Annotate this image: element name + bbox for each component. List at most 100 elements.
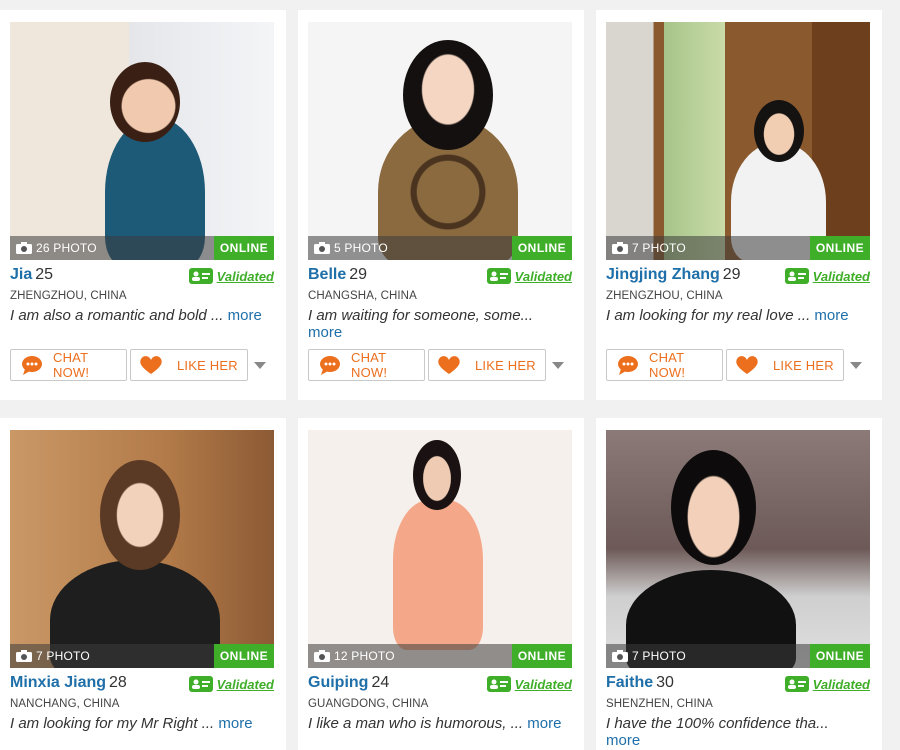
id-card-icon	[486, 676, 511, 692]
chat-now-label: CHAT NOW!	[53, 350, 90, 380]
profile-photo[interactable]: 5 PHOTO ONLINE	[308, 22, 572, 260]
heart-icon	[140, 356, 162, 374]
photo-count: 12 PHOTO	[334, 649, 395, 663]
id-card-icon	[188, 268, 213, 284]
more-link[interactable]: more	[228, 307, 262, 324]
profile-grid: 26 PHOTO ONLINE Jia 25 Validated ZHENGZHO…	[0, 0, 900, 750]
description-text: I am also a romantic and bold ...	[10, 307, 228, 324]
more-link[interactable]: more	[527, 715, 561, 732]
profile-location: CHANGSHA, CHINA	[308, 290, 417, 302]
more-link[interactable]: more	[218, 715, 252, 732]
profile-card: 7 PHOTO ONLINE Minxia Jiang 28 Validated …	[0, 418, 286, 750]
profile-photo[interactable]: 7 PHOTO ONLINE	[10, 430, 274, 668]
profile-description: I am also a romantic and bold ... more	[10, 307, 274, 324]
camera-icon	[612, 650, 628, 662]
validated-badge[interactable]: Validated	[784, 268, 870, 284]
validated-badge[interactable]: Validated	[486, 676, 572, 692]
profile-description: I am looking for my real love ... more	[606, 307, 870, 324]
chat-now-button[interactable]: CHAT NOW!	[606, 349, 723, 381]
profile-photo[interactable]: 7 PHOTO ONLINE	[606, 430, 870, 668]
chat-icon	[320, 356, 340, 375]
validated-label: Validated	[216, 676, 274, 692]
online-badge: ONLINE	[214, 644, 274, 668]
like-her-button[interactable]: LIKE HER	[130, 349, 248, 381]
profile-photo[interactable]: 12 PHOTO ONLINE	[308, 430, 572, 668]
chat-icon	[22, 356, 42, 375]
profile-name[interactable]: Jingjing Zhang	[606, 266, 720, 283]
chat-now-label: CHAT NOW!	[351, 350, 388, 380]
id-card-icon	[784, 268, 809, 284]
profile-description: I am looking for my Mr Right ... more	[10, 715, 274, 732]
profile-location: NANCHANG, CHINA	[10, 698, 120, 710]
profile-photo[interactable]: 26 PHOTO ONLINE	[10, 22, 274, 260]
photo-count: 26 PHOTO	[36, 241, 97, 255]
profile-card: 5 PHOTO ONLINE Belle 29 Validated CHANGSH…	[298, 10, 584, 400]
photo-count: 5 PHOTO	[334, 241, 388, 255]
profile-age: 25	[35, 266, 54, 283]
chat-now-button[interactable]: CHAT NOW!	[308, 349, 425, 381]
profile-location: ZHENGZHOU, CHINA	[606, 290, 723, 302]
photo-head	[754, 100, 804, 162]
profile-location: ZHENGZHOU, CHINA	[10, 290, 127, 302]
photo-head	[403, 40, 493, 150]
online-badge: ONLINE	[512, 644, 572, 668]
like-her-button[interactable]: LIKE HER	[428, 349, 546, 381]
id-card-icon	[188, 676, 213, 692]
description-text: I like a man who is humorous, ...	[308, 715, 528, 732]
profile-card: 26 PHOTO ONLINE Jia 25 Validated ZHENGZHO…	[0, 10, 286, 400]
validated-label: Validated	[514, 676, 572, 692]
more-link[interactable]: more	[606, 732, 640, 749]
heart-icon	[736, 356, 758, 374]
profile-name[interactable]: Guiping	[308, 674, 368, 691]
profile-description: I am waiting for someone, some... more	[308, 307, 572, 341]
profile-name[interactable]: Jia	[10, 266, 32, 283]
validated-badge[interactable]: Validated	[486, 268, 572, 284]
like-her-label: LIKE HER	[475, 357, 536, 373]
camera-icon	[314, 650, 330, 662]
id-card-icon	[486, 268, 511, 284]
like-her-label: LIKE HER	[773, 357, 834, 373]
camera-icon	[16, 650, 32, 662]
chevron-down-icon[interactable]	[254, 361, 266, 369]
photo-count: 7 PHOTO	[632, 241, 686, 255]
like-her-button[interactable]: LIKE HER	[726, 349, 844, 381]
chat-icon	[618, 356, 638, 375]
profile-name[interactable]: Minxia Jiang	[10, 674, 106, 691]
profile-age: 29	[349, 266, 368, 283]
validated-badge[interactable]: Validated	[784, 676, 870, 692]
heart-icon	[438, 356, 460, 374]
profile-age: 29	[722, 266, 741, 283]
profile-age: 24	[371, 674, 390, 691]
profile-name[interactable]: Faithe	[606, 674, 653, 691]
description-text: I am waiting for someone, some...	[308, 307, 534, 324]
photo-head	[413, 440, 461, 510]
profile-description: I have the 100% confidence tha... more	[606, 715, 870, 749]
more-link[interactable]: more	[814, 307, 848, 324]
online-badge: ONLINE	[810, 644, 870, 668]
chevron-down-icon[interactable]	[552, 361, 564, 369]
camera-icon	[16, 242, 32, 254]
description-text: I am looking for my Mr Right ...	[10, 715, 219, 732]
profile-photo[interactable]: 7 PHOTO ONLINE	[606, 22, 870, 260]
more-link[interactable]: more	[308, 324, 342, 341]
validated-badge[interactable]: Validated	[188, 676, 274, 692]
profile-location: GUANGDONG, CHINA	[308, 698, 429, 710]
profile-name[interactable]: Belle	[308, 266, 346, 283]
id-card-icon	[784, 676, 809, 692]
validated-badge[interactable]: Validated	[188, 268, 274, 284]
online-badge: ONLINE	[810, 236, 870, 260]
online-badge: ONLINE	[214, 236, 274, 260]
photo-count: 7 PHOTO	[36, 649, 90, 663]
photo-head	[671, 450, 756, 565]
photo-head	[100, 460, 180, 570]
photo-figure	[393, 500, 483, 650]
chat-now-label: CHAT NOW!	[649, 350, 686, 380]
chat-now-button[interactable]: CHAT NOW!	[10, 349, 127, 381]
profile-age: 30	[656, 674, 674, 691]
profile-description: I like a man who is humorous, ... more	[308, 715, 572, 732]
description-text: I am looking for my real love ...	[606, 307, 815, 324]
validated-label: Validated	[216, 268, 274, 284]
validated-label: Validated	[812, 268, 870, 284]
chevron-down-icon[interactable]	[850, 361, 862, 369]
camera-icon	[314, 242, 330, 254]
